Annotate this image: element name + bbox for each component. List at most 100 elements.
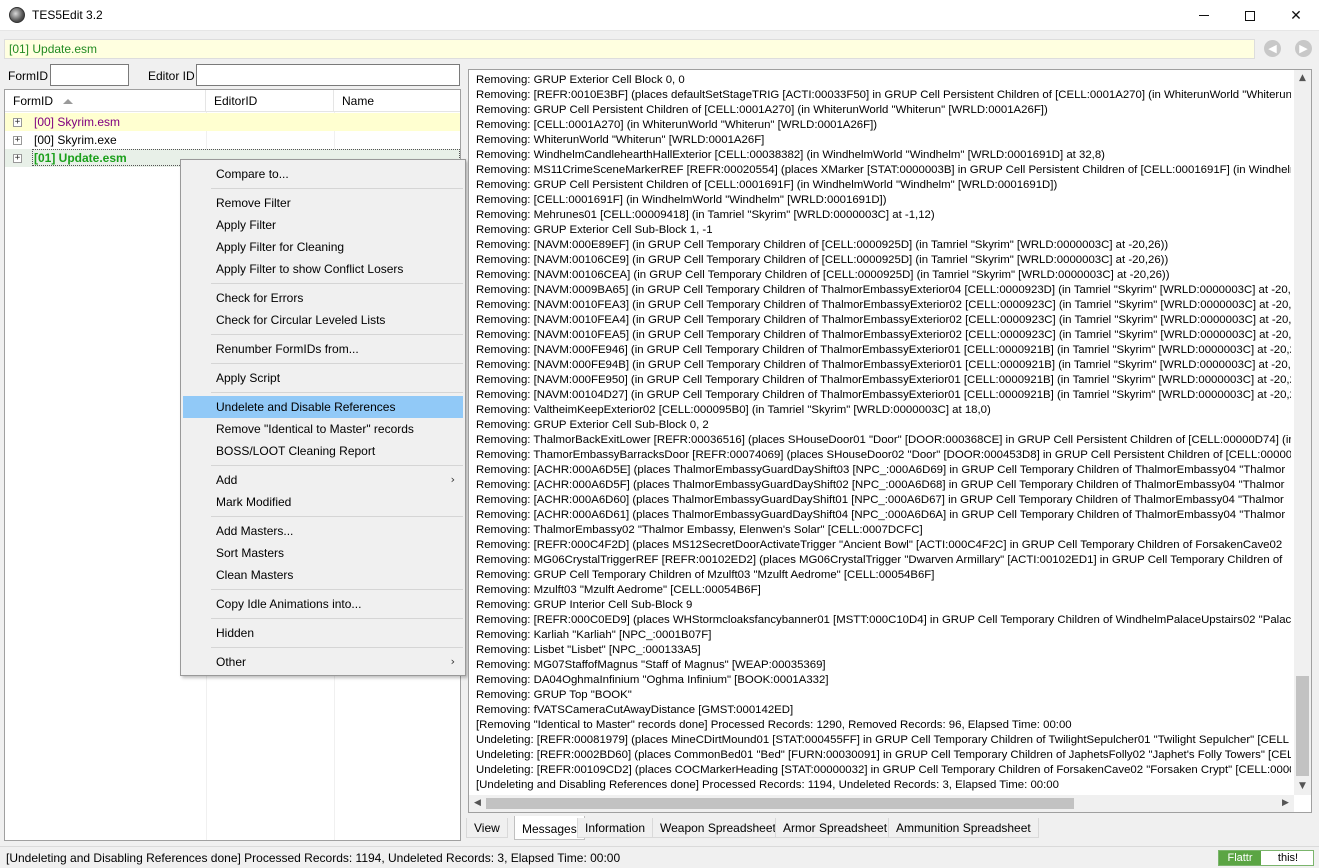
menu-item-label: Add <box>216 473 238 487</box>
nav-forward-button[interactable]: ▶ <box>1295 40 1312 57</box>
message-line: [Removing "Identical to Master" records … <box>476 719 1072 731</box>
formid-filter-label: FormID <box>8 69 48 83</box>
minimize-button[interactable] <box>1181 0 1227 31</box>
message-line: Removing: MG06CrystalTriggerREF [REFR:00… <box>476 554 1283 566</box>
tree-row-label: [00] Skyrim.exe <box>34 133 117 147</box>
editorid-filter-input[interactable] <box>196 64 460 86</box>
maximize-icon <box>1245 10 1255 21</box>
menu-item-other[interactable]: Other › <box>183 651 463 673</box>
menu-item-clean-masters[interactable]: Clean Masters <box>183 564 463 586</box>
horizontal-scroll-thumb[interactable] <box>486 798 1074 809</box>
tab-armor-spreadsheet[interactable]: Armor Spreadsheet <box>775 818 896 838</box>
message-line: Removing: fVATSCameraCutAwayDistance [GM… <box>476 704 794 716</box>
message-line: Undeleting: [REFR:0002BD60] (places Comm… <box>476 749 1291 761</box>
nav-back-button[interactable]: ◀ <box>1264 40 1281 57</box>
tab-ammunition-spreadsheet[interactable]: Ammunition Spreadsheet <box>888 818 1039 838</box>
expand-icon[interactable]: + <box>13 154 22 163</box>
message-log[interactable]: Removing: GRUP Exterior Cell Block 0, 0 R… <box>476 73 1291 795</box>
menu-item-check-errors[interactable]: Check for Errors <box>183 287 463 309</box>
message-line: Removing: [NAVM:00106CEA] (in GRUP Cell … <box>476 269 1170 281</box>
vertical-scrollbar[interactable]: ▲ ▼ <box>1294 70 1311 795</box>
message-line: Undeleting: [REFR:00081979] (places Mine… <box>476 734 1289 746</box>
tree-row-skyrim-esm[interactable]: + [00] Skyrim.esm <box>5 113 460 131</box>
title-bar: TES5Edit 3.2 ✕ <box>0 0 1319 31</box>
menu-separator <box>211 465 463 466</box>
maximize-button[interactable] <box>1227 0 1273 31</box>
message-line: Removing: [CELL:0001691F] (in WindhelmWo… <box>476 194 887 206</box>
menu-item-compare-to[interactable]: Compare to... <box>183 163 463 185</box>
message-line: Removing: [NAVM:0010FEA3] (in GRUP Cell … <box>476 299 1291 311</box>
message-line: Removing: [REFR:000C0ED9] (places WHStor… <box>476 614 1291 626</box>
minimize-icon <box>1199 15 1209 16</box>
menu-item-apply-script[interactable]: Apply Script <box>183 367 463 389</box>
message-line: Removing: ThalmorBackExitLower [REFR:000… <box>476 434 1291 446</box>
expand-icon[interactable]: + <box>13 118 22 127</box>
menu-item-apply-filter[interactable]: Apply Filter <box>183 214 463 236</box>
menu-item-apply-filter-cleaning[interactable]: Apply Filter for Cleaning <box>183 236 463 258</box>
flattr-button[interactable]: Flattr this! <box>1218 850 1314 866</box>
flattr-label: Flattr <box>1219 851 1261 865</box>
forward-arrow-icon: ▶ <box>1299 42 1308 55</box>
message-line: Removing: ThalmorEmbassy02 "Thalmor Emba… <box>476 524 923 536</box>
menu-item-remove-itm-records[interactable]: Remove "Identical to Master" records <box>183 418 463 440</box>
message-line: Removing: [NAVM:0010FEA4] (in GRUP Cell … <box>476 314 1291 326</box>
message-line: Removing: [NAVM:000FE950] (in GRUP Cell … <box>476 374 1291 386</box>
column-header-formid[interactable]: FormID <box>5 90 206 112</box>
message-line: Removing: GRUP Exterior Cell Block 0, 0 <box>476 74 685 86</box>
submenu-arrow-icon: › <box>450 473 455 486</box>
column-header-editorid[interactable]: EditorID <box>206 90 334 112</box>
message-line: Removing: GRUP Cell Persistent Children … <box>476 179 1058 191</box>
sort-ascending-icon <box>63 99 73 105</box>
tab-messages[interactable]: Messages <box>514 816 585 840</box>
scroll-right-icon[interactable]: ▶ <box>1277 795 1294 812</box>
tree-row-skyrim-exe[interactable]: + [00] Skyrim.exe <box>5 131 460 149</box>
scroll-down-icon[interactable]: ▼ <box>1294 778 1311 795</box>
editorid-filter-label: Editor ID <box>148 69 195 83</box>
tab-information[interactable]: Information <box>577 818 654 838</box>
bottom-tabs: View Messages Information Weapon Spreads… <box>466 816 1312 840</box>
menu-separator <box>211 589 463 590</box>
messages-panel[interactable]: Removing: GRUP Exterior Cell Block 0, 0 R… <box>468 69 1312 813</box>
close-icon: ✕ <box>1290 7 1302 24</box>
vertical-scroll-thumb[interactable] <box>1296 676 1309 776</box>
message-line: Removing: [ACHR:000A6D60] (places Thalmo… <box>476 494 1284 506</box>
tab-weapon-spreadsheet[interactable]: Weapon Spreadsheet <box>652 818 784 838</box>
message-line: Removing: Mehrunes01 [CELL:00009418] (in… <box>476 209 935 221</box>
menu-item-add-masters[interactable]: Add Masters... <box>183 520 463 542</box>
scroll-up-icon[interactable]: ▲ <box>1294 70 1311 87</box>
menu-item-remove-filter[interactable]: Remove Filter <box>183 192 463 214</box>
menu-item-undelete-disable-references[interactable]: Undelete and Disable References <box>183 396 463 418</box>
scroll-left-icon[interactable]: ◀ <box>469 795 486 812</box>
menu-item-label: Other <box>216 655 247 669</box>
expand-icon[interactable]: + <box>13 136 22 145</box>
menu-item-check-circular-lists[interactable]: Check for Circular Leveled Lists <box>183 309 463 331</box>
message-line: Removing: WhiterunWorld "Whiterun" [WRLD… <box>476 134 765 146</box>
message-line: Removing: GRUP Exterior Cell Sub-Block 1… <box>476 224 713 236</box>
message-line: Removing: Karliah "Karliah" [NPC_:0001B0… <box>476 629 712 641</box>
menu-separator <box>211 363 463 364</box>
message-line: Removing: ThamorEmbassyBarracksDoor [REF… <box>476 449 1291 461</box>
menu-separator <box>211 647 463 648</box>
formid-filter-input[interactable] <box>50 64 129 86</box>
menu-item-hidden[interactable]: Hidden <box>183 622 463 644</box>
record-path: [01] Update.esm <box>9 42 98 56</box>
horizontal-scrollbar[interactable]: ◀ ▶ <box>469 795 1294 812</box>
menu-item-add[interactable]: Add › <box>183 469 463 491</box>
column-header-name[interactable]: Name <box>334 90 460 112</box>
menu-item-copy-idle-animations[interactable]: Copy Idle Animations into... <box>183 593 463 615</box>
menu-separator <box>211 392 463 393</box>
message-line: Removing: ValtheimKeepExterior02 [CELL:0… <box>476 404 991 416</box>
message-line: Removing: Lisbet "Lisbet" [NPC_:000133A5… <box>476 644 701 656</box>
menu-item-sort-masters[interactable]: Sort Masters <box>183 542 463 564</box>
message-line: [Undeleting and Disabling References don… <box>476 779 1059 791</box>
menu-item-boss-loot-report[interactable]: BOSS/LOOT Cleaning Report <box>183 440 463 462</box>
menu-item-renumber-formids[interactable]: Renumber FormIDs from... <box>183 338 463 360</box>
tab-view[interactable]: View <box>466 818 508 838</box>
close-button[interactable]: ✕ <box>1273 0 1319 31</box>
message-line: Removing: MG07StaffofMagnus "Staff of Ma… <box>476 659 826 671</box>
message-line: Undeleting: [REFR:00109CD2] (places COCM… <box>476 764 1291 776</box>
tree-header: FormID EditorID Name <box>5 90 460 112</box>
menu-item-mark-modified[interactable]: Mark Modified <box>183 491 463 513</box>
menu-item-apply-filter-conflict-losers[interactable]: Apply Filter to show Conflict Losers <box>183 258 463 280</box>
window-title: TES5Edit 3.2 <box>32 8 103 22</box>
